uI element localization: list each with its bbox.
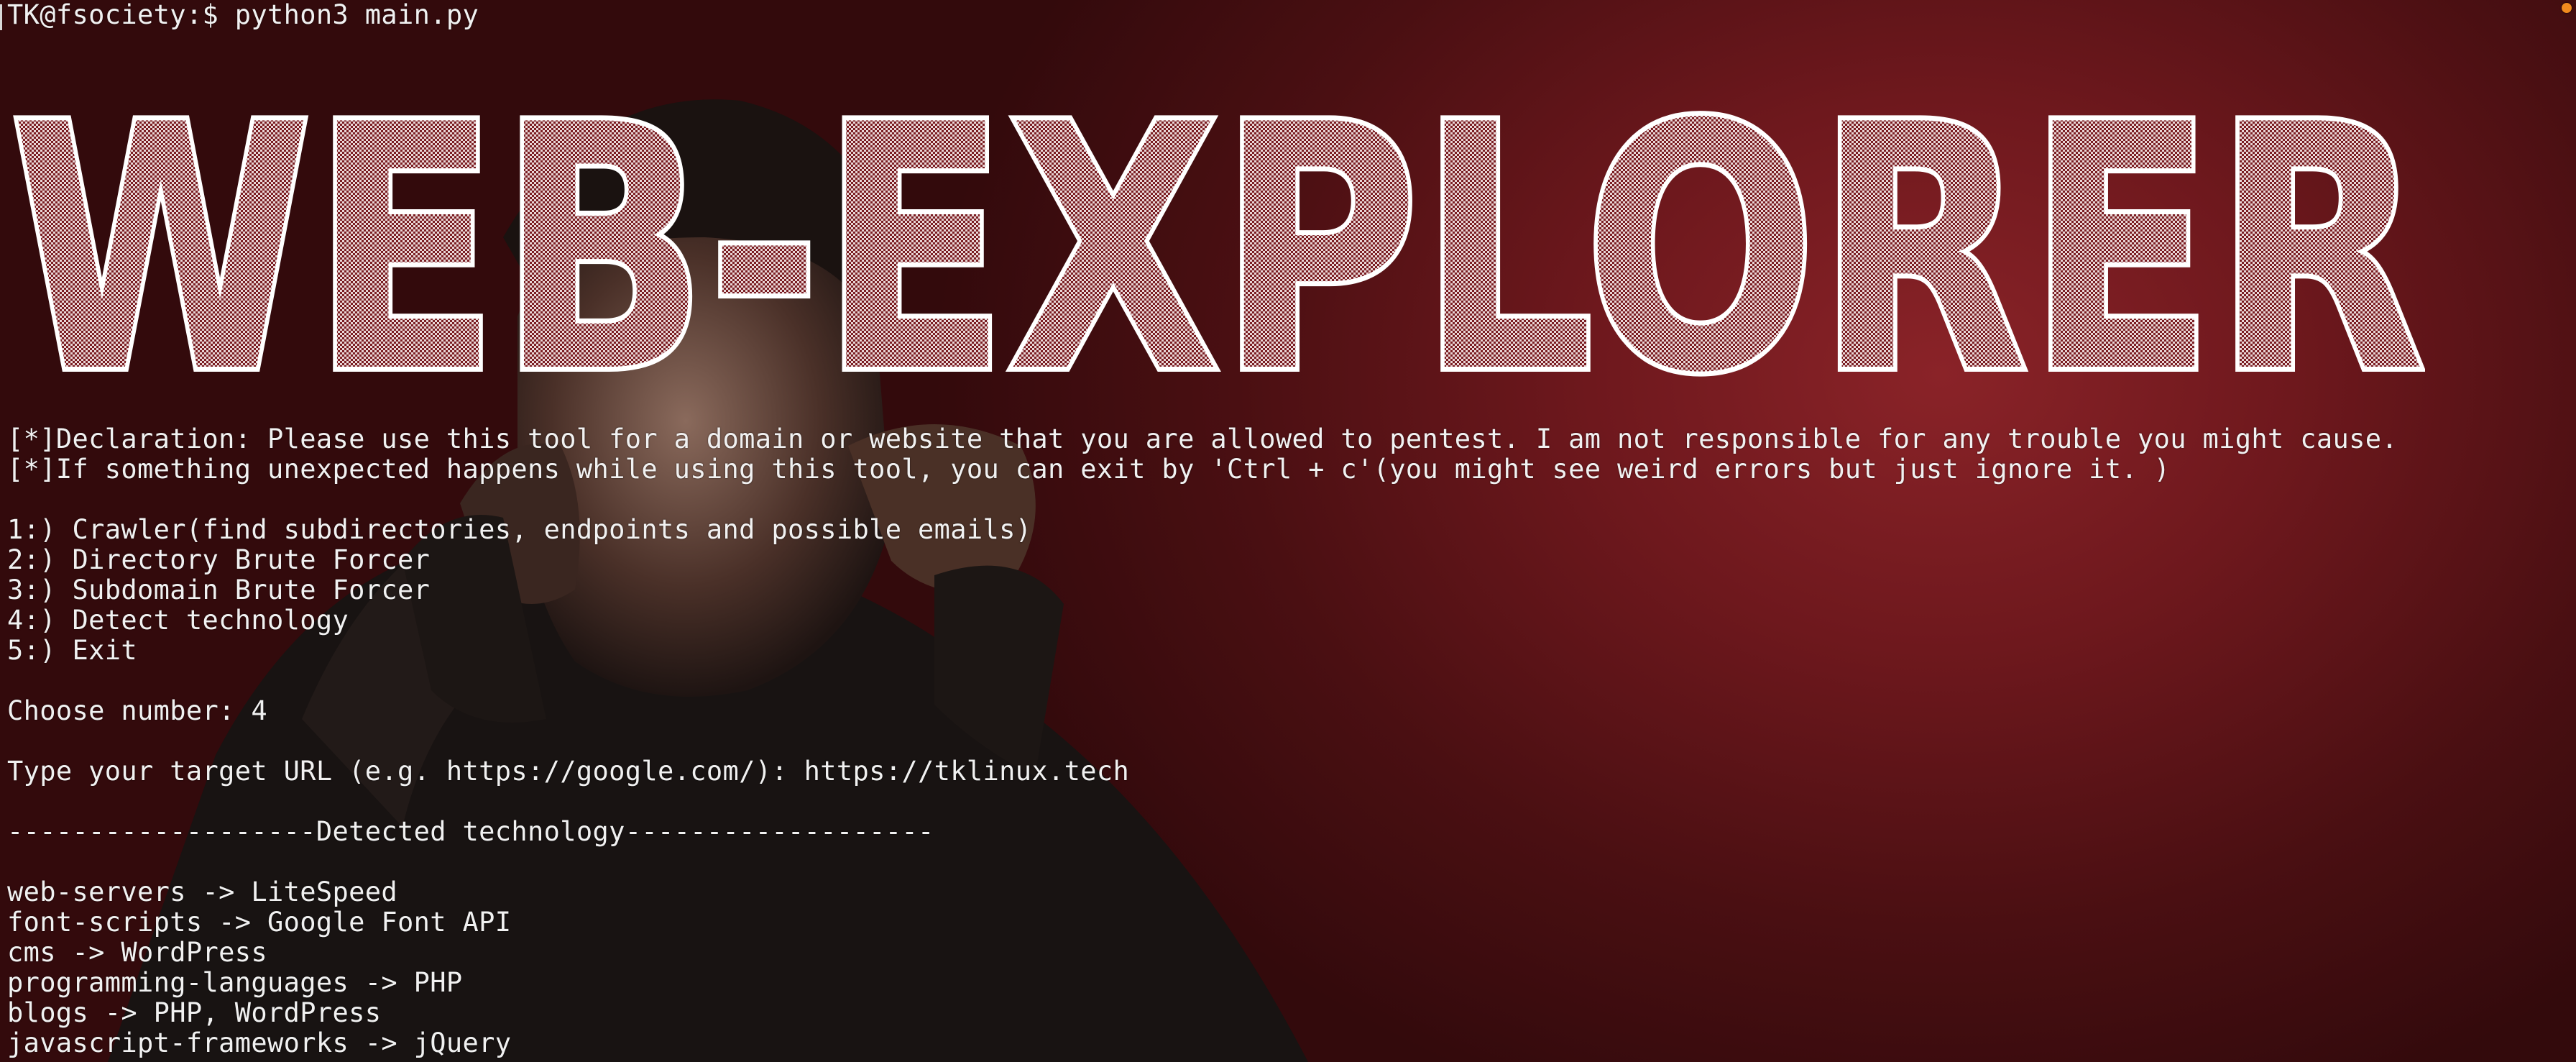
result-line: web-servers -> LiteSpeed (7, 876, 398, 907)
ascii-banner: WEB-EXPLORER (10, 72, 2425, 381)
declaration-line: [*]Declaration: Please use this tool for… (7, 424, 2398, 454)
terminal-cursor-bar (0, 4, 2, 30)
menu-item-exit: 5:) Exit (7, 635, 138, 666)
result-line: font-scripts -> Google Font API (7, 907, 512, 938)
result-line: javascript-frameworks -> jQuery (7, 1027, 512, 1058)
result-line: programming-languages -> PHP (7, 967, 463, 998)
banner-title: WEB-EXPLORER (10, 72, 2425, 381)
window-status-dot-icon[interactable] (2562, 3, 2572, 13)
section-header: -------------------Detected technology--… (7, 816, 934, 847)
target-url-prompt: Type your target URL (e.g. https://googl… (7, 756, 1130, 787)
menu-item-crawler: 1:) Crawler(find subdirectories, endpoin… (7, 514, 1032, 545)
result-line: cms -> WordPress (7, 937, 268, 968)
choose-number-prompt: Choose number: 4 (7, 695, 268, 726)
menu-item-detect-technology: 4:) Detect technology (7, 605, 349, 636)
command-prompt: TK@fsociety:$ python3 main.py (7, 0, 479, 30)
warning-line: [*]If something unexpected happens while… (7, 454, 2171, 485)
result-line: blogs -> PHP, WordPress (7, 997, 382, 1028)
terminal-window[interactable]: TK@fsociety:$ python3 main.py WEB-EXPLOR… (0, 0, 2576, 1062)
menu-item-subdomain-brute-forcer: 3:) Subdomain Brute Forcer (7, 575, 431, 605)
menu-item-directory-brute-forcer: 2:) Directory Brute Forcer (7, 544, 431, 575)
